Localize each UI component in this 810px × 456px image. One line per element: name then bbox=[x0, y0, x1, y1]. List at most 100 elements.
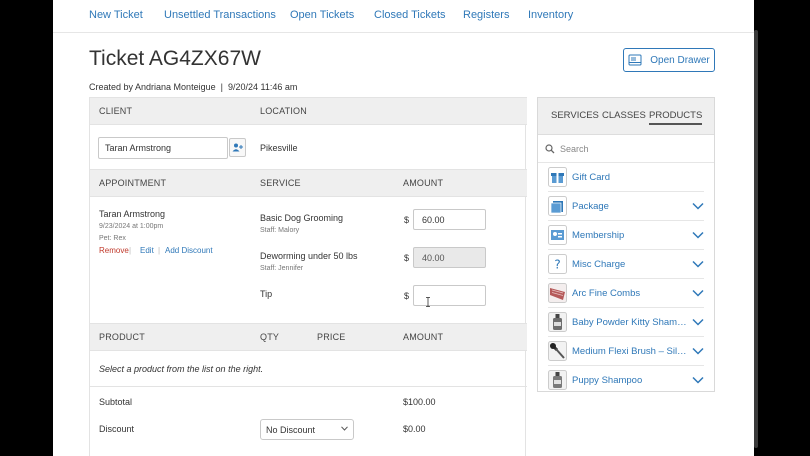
catalog-item-arc-fine-combs[interactable]: Arc Fine Combs bbox=[548, 279, 704, 308]
scrollbar[interactable] bbox=[754, 30, 758, 448]
nav-new-ticket[interactable]: New Ticket bbox=[89, 9, 143, 21]
discount-select-value: No Discount bbox=[266, 425, 316, 435]
chevron-down-icon[interactable] bbox=[692, 376, 704, 384]
link-separator: | bbox=[129, 246, 132, 255]
top-nav: New Ticket Unsettled Transactions Open T… bbox=[53, 0, 754, 33]
nav-registers[interactable]: Registers bbox=[463, 9, 509, 21]
catalog-item-puppy-shampoo[interactable]: Puppy Shampoo bbox=[548, 366, 704, 395]
comb-product-icon bbox=[548, 283, 567, 303]
question-icon: ? bbox=[548, 254, 567, 274]
appointment-datetime: 9/23/2024 at 1:00pm bbox=[99, 223, 164, 230]
add-client-button[interactable] bbox=[229, 138, 246, 157]
catalog-item-misc-charge[interactable]: ? Misc Charge bbox=[548, 250, 704, 279]
catalog-item-label: Gift Card bbox=[572, 172, 611, 183]
catalog-item-label: Membership bbox=[572, 230, 625, 241]
catalog-item-label: Baby Powder Kitty Sham… bbox=[572, 317, 687, 328]
cash-register-icon bbox=[628, 54, 642, 66]
service-amount-input[interactable]: 60.00 bbox=[413, 209, 486, 230]
catalog-item-label: Package bbox=[572, 201, 609, 212]
chevron-down-icon[interactable] bbox=[692, 289, 704, 297]
tab-classes[interactable]: CLASSES bbox=[602, 110, 646, 121]
client-field[interactable]: Taran Armstrong bbox=[98, 137, 228, 159]
catalog-item-label: Puppy Shampoo bbox=[572, 375, 643, 386]
gift-icon bbox=[548, 167, 567, 187]
divider bbox=[90, 386, 527, 387]
amount-header: AMOUNT bbox=[403, 332, 444, 342]
catalog-item-label: Medium Flexi Brush – Sil… bbox=[572, 346, 687, 357]
shampoo-bottle-icon bbox=[548, 312, 567, 332]
tip-input[interactable] bbox=[413, 285, 486, 306]
chevron-down-icon[interactable] bbox=[692, 260, 704, 268]
link-separator: | bbox=[158, 246, 161, 255]
catalog-panel: SERVICES CLASSES PRODUCTS Search Gift Ca… bbox=[537, 97, 715, 392]
tab-services[interactable]: SERVICES bbox=[551, 110, 599, 121]
svg-text:?: ? bbox=[554, 258, 560, 272]
discount-select[interactable]: No Discount bbox=[260, 419, 354, 440]
price-header: PRICE bbox=[317, 332, 346, 342]
product-header-row: PRODUCT QTY PRICE AMOUNT bbox=[90, 323, 527, 351]
appointment-pet: Pet: Rex bbox=[99, 235, 126, 242]
currency-symbol: $ bbox=[404, 215, 410, 225]
shampoo-bottle-icon bbox=[548, 370, 567, 390]
catalog-item-label: Arc Fine Combs bbox=[572, 288, 641, 299]
subtotal-value: $100.00 bbox=[403, 397, 436, 407]
chevron-down-icon bbox=[341, 426, 348, 431]
ticket-meta: Created by Andriana Monteigue | 9/20/24 … bbox=[89, 82, 297, 92]
service-amount-input-disabled: 40.00 bbox=[413, 247, 486, 268]
brush-product-icon bbox=[548, 341, 567, 361]
appointment-header: APPOINTMENT bbox=[99, 178, 167, 188]
catalog-item-membership[interactable]: Membership bbox=[548, 221, 704, 250]
chevron-down-icon[interactable] bbox=[692, 231, 704, 239]
service-staff: Staff: Jennifer bbox=[260, 265, 304, 272]
appointment-header-row: APPOINTMENT SERVICE AMOUNT bbox=[90, 169, 527, 197]
client-header-row: CLIENT LOCATION bbox=[90, 97, 527, 125]
nav-open-tickets[interactable]: Open Tickets bbox=[290, 9, 354, 21]
add-discount-link[interactable]: Add Discount bbox=[165, 246, 213, 255]
text-cursor-icon bbox=[426, 297, 430, 307]
catalog-item-flexi-brush[interactable]: Medium Flexi Brush – Sil… bbox=[548, 337, 704, 366]
client-header: CLIENT bbox=[99, 106, 133, 116]
membership-icon bbox=[548, 225, 567, 245]
meta-separator: | bbox=[218, 82, 226, 92]
discount-label: Discount bbox=[99, 424, 135, 434]
catalog-search[interactable]: Search bbox=[538, 135, 714, 163]
package-icon bbox=[548, 196, 567, 216]
search-icon bbox=[545, 144, 555, 154]
remove-link[interactable]: Remove bbox=[99, 246, 129, 255]
add-user-icon bbox=[232, 143, 243, 152]
location-value: Pikesville bbox=[260, 143, 298, 153]
catalog-tabs: SERVICES CLASSES PRODUCTS bbox=[538, 98, 714, 135]
app-window: New Ticket Unsettled Transactions Open T… bbox=[53, 0, 754, 456]
created-by: Created by Andriana Monteigue bbox=[89, 82, 216, 92]
currency-symbol: $ bbox=[404, 253, 410, 263]
nav-closed-tickets[interactable]: Closed Tickets bbox=[374, 9, 446, 21]
nav-inventory[interactable]: Inventory bbox=[528, 9, 573, 21]
right-gutter bbox=[754, 0, 810, 456]
product-header: PRODUCT bbox=[99, 332, 145, 342]
location-header: LOCATION bbox=[260, 106, 307, 116]
edit-link[interactable]: Edit bbox=[140, 246, 154, 255]
subtotal-label: Subtotal bbox=[99, 397, 133, 407]
ticket-panel: CLIENT LOCATION Taran Armstrong Pikesvil… bbox=[89, 97, 527, 456]
catalog-item-package[interactable]: Package bbox=[548, 192, 704, 221]
empty-products-message: Select a product from the list on the ri… bbox=[99, 364, 264, 374]
service-header: SERVICE bbox=[260, 178, 301, 188]
search-placeholder: Search bbox=[560, 144, 589, 154]
catalog-item-baby-powder-shampoo[interactable]: Baby Powder Kitty Sham… bbox=[548, 308, 704, 337]
qty-header: QTY bbox=[260, 332, 280, 342]
open-drawer-button[interactable]: Open Drawer bbox=[623, 48, 715, 72]
currency-symbol: $ bbox=[404, 291, 410, 301]
chevron-down-icon[interactable] bbox=[692, 347, 704, 355]
catalog-item-gift-card[interactable]: Gift Card bbox=[548, 163, 704, 192]
service-name: Basic Dog Grooming bbox=[260, 213, 344, 223]
tab-products[interactable]: PRODUCTS bbox=[649, 110, 703, 125]
chevron-down-icon[interactable] bbox=[692, 202, 704, 210]
open-drawer-label: Open Drawer bbox=[650, 54, 710, 66]
catalog-item-label: Misc Charge bbox=[572, 259, 626, 270]
nav-unsettled-transactions[interactable]: Unsettled Transactions bbox=[164, 9, 276, 21]
created-at: 9/20/24 11:46 am bbox=[227, 82, 298, 92]
tip-label: Tip bbox=[260, 289, 273, 299]
chevron-down-icon[interactable] bbox=[692, 318, 704, 326]
discount-value: $0.00 bbox=[403, 424, 426, 434]
page-title: Ticket AG4ZX67W bbox=[89, 47, 261, 70]
